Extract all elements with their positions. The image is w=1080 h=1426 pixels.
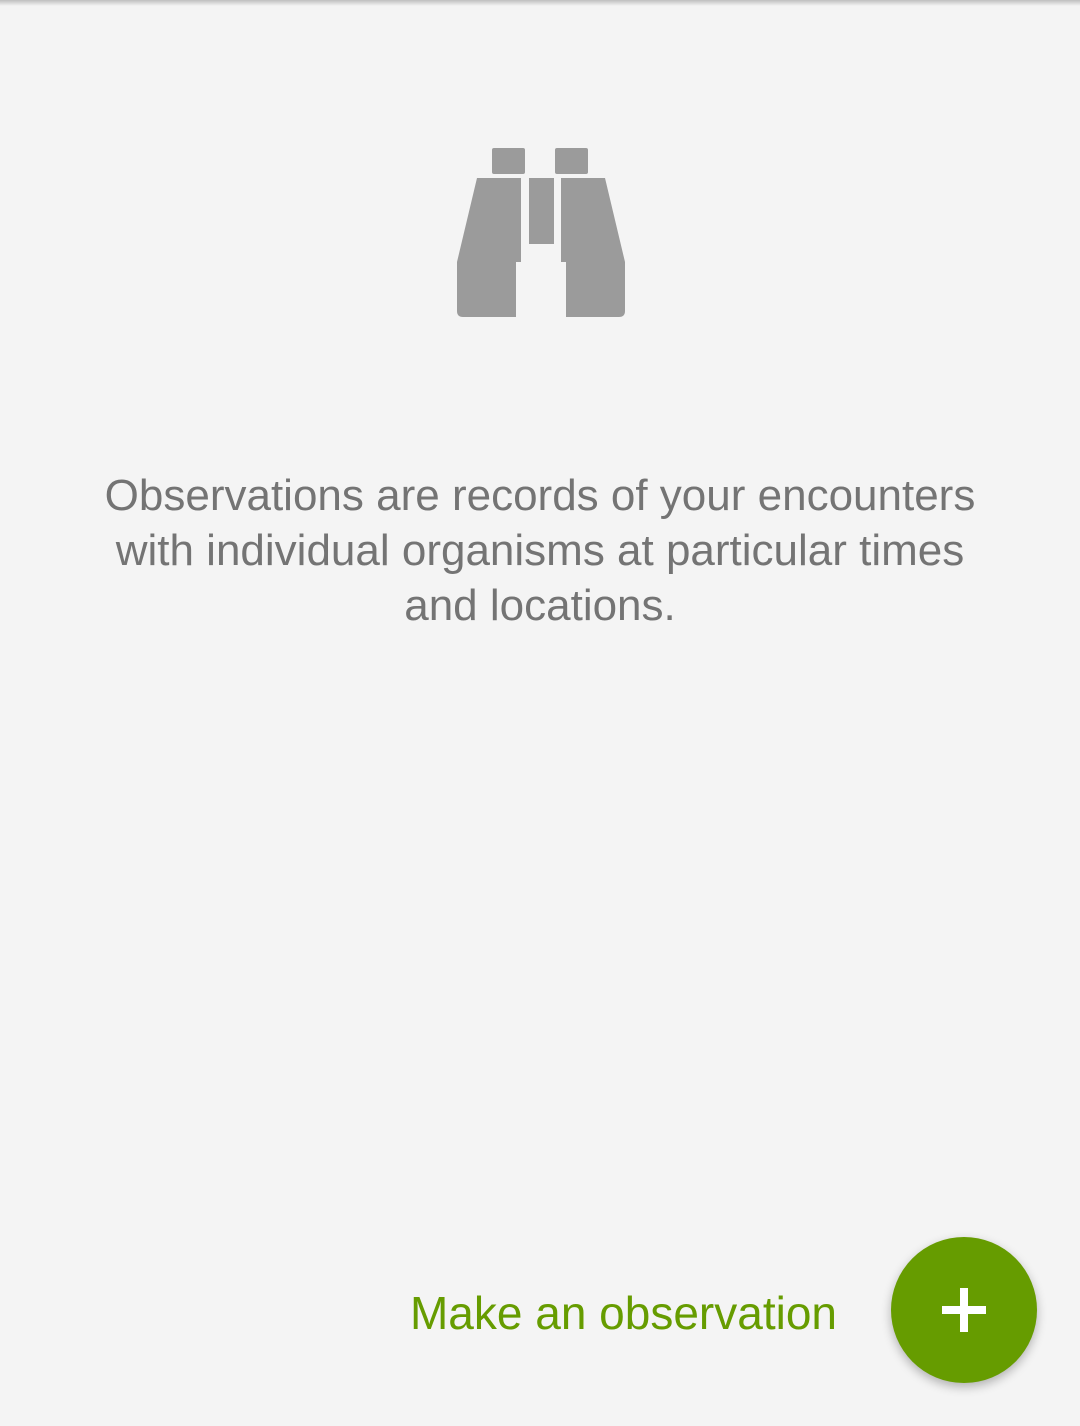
make-observation-label[interactable]: Make an observation [410,1283,837,1343]
empty-state-message: Observations are records of your encount… [104,471,976,630]
binoculars-icon [455,146,627,318]
observations-screen: Observations are records of your encount… [0,0,1080,1426]
add-observation-button[interactable] [891,1237,1037,1383]
plus-icon [942,1288,986,1332]
toolbar-shadow [0,0,1080,6]
